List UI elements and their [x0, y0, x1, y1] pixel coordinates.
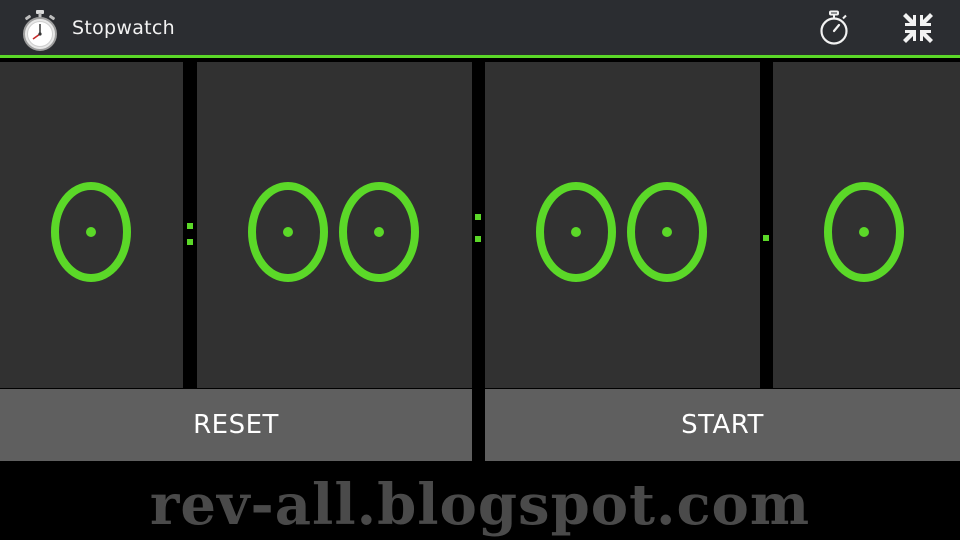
collapse-button[interactable] [896, 10, 940, 50]
hours-digit [49, 180, 133, 284]
seconds-tenths-separator [763, 235, 769, 241]
minutes-panel [197, 62, 472, 388]
tenths-digit [822, 180, 906, 284]
minutes-digit-ones [337, 180, 421, 284]
stopwatch-app: Stopwatch RESET START rev-all.blogspot.c… [0, 0, 960, 540]
watermark: rev-all.blogspot.com [149, 472, 811, 538]
seconds-digit-ones [625, 180, 709, 284]
minutes-digit-tens [246, 180, 330, 284]
app-title: Stopwatch [72, 17, 176, 39]
action-bar: Stopwatch [0, 0, 960, 58]
lap-button[interactable] [812, 10, 856, 50]
collapse-arrows-icon [901, 11, 935, 49]
reset-button[interactable]: RESET [0, 389, 472, 461]
seconds-panel [485, 62, 760, 388]
hours-panel [0, 62, 183, 388]
seconds-digit-tens [534, 180, 618, 284]
minutes-seconds-separator [475, 214, 481, 244]
stopwatch-app-icon [22, 8, 58, 52]
hours-minutes-separator [187, 223, 193, 247]
stopwatch-icon [817, 10, 851, 50]
tenths-panel [773, 62, 960, 388]
start-button[interactable]: START [485, 389, 960, 461]
